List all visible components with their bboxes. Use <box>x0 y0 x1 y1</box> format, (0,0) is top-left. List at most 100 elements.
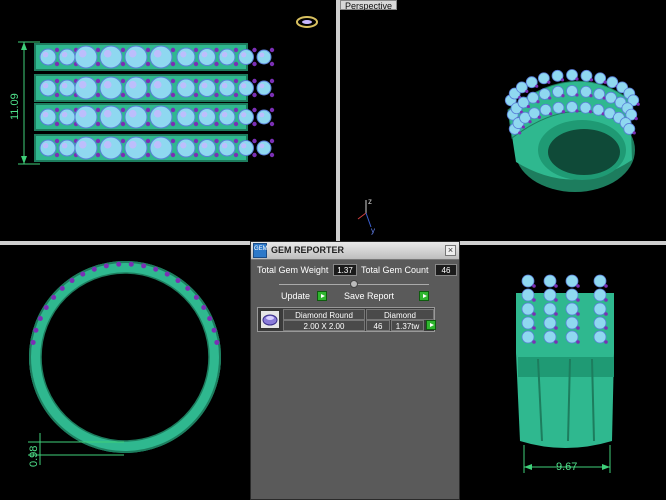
gem <box>565 302 579 316</box>
prong <box>170 78 176 84</box>
prong <box>128 261 134 267</box>
gem-highlight <box>221 142 228 149</box>
small-ring-preview-icon <box>296 16 318 28</box>
perspective-viewport[interactable]: Perspective z y <box>340 0 666 241</box>
prong <box>193 294 199 300</box>
front-dimension-label: 0.98 <box>28 446 40 467</box>
update-go-icon[interactable] <box>317 291 327 301</box>
gem <box>58 79 76 97</box>
gem <box>198 79 216 97</box>
gem-highlight <box>201 51 208 58</box>
gem-row-go-icon[interactable] <box>426 320 436 330</box>
gem <box>543 330 557 344</box>
prong <box>116 261 122 267</box>
prong <box>548 96 552 100</box>
top-viewport[interactable]: 11.09 <box>0 0 336 241</box>
prong <box>175 278 181 284</box>
prong <box>214 121 219 127</box>
gem <box>99 45 123 69</box>
update-button[interactable]: Update <box>281 291 310 301</box>
front-viewport[interactable]: 0.98 <box>0 245 250 500</box>
gem-highlight <box>78 80 87 89</box>
prong <box>164 271 170 277</box>
gem <box>238 49 254 65</box>
gem-highlight <box>42 82 49 89</box>
gem <box>543 274 557 288</box>
prong <box>576 312 580 316</box>
gem-highlight <box>128 140 137 149</box>
save-report-go-icon[interactable] <box>419 291 429 301</box>
gem <box>74 136 98 160</box>
gem-highlight <box>180 51 187 58</box>
total-gem-weight-label: Total Gem Weight <box>257 265 329 275</box>
prong <box>547 80 551 84</box>
prong <box>535 84 539 88</box>
gem <box>565 316 579 330</box>
prong <box>554 340 558 344</box>
gem <box>256 49 272 65</box>
gem <box>593 288 607 302</box>
axis-triad-icon: z y <box>357 197 375 235</box>
prong <box>269 107 275 113</box>
gem <box>565 288 579 302</box>
prong <box>518 131 522 135</box>
gem-highlight <box>61 142 68 149</box>
gem-highlight <box>180 82 187 89</box>
gem-highlight <box>61 82 68 89</box>
gem-highlight <box>241 112 247 118</box>
prong <box>604 326 608 330</box>
prong <box>214 107 219 113</box>
gem-table-row[interactable]: Diamond Round Diamond 2.00 X 2.00 46 1.3… <box>257 307 435 332</box>
prong <box>95 78 101 84</box>
total-gem-count-label: Total Gem Count <box>361 265 429 275</box>
prong <box>214 78 219 84</box>
gem-highlight <box>78 140 87 149</box>
gem <box>198 108 216 126</box>
gem <box>74 45 98 69</box>
prong <box>80 271 86 277</box>
gem-reporter-title: GEM REPORTER <box>271 245 345 255</box>
prong <box>145 61 151 67</box>
prong <box>252 47 257 53</box>
gem <box>218 79 236 97</box>
top-dimension-label: 11.09 <box>9 93 21 120</box>
prong <box>95 152 101 158</box>
prong <box>588 110 593 114</box>
gem <box>521 330 535 344</box>
prong <box>252 92 257 98</box>
save-report-button[interactable]: Save Report <box>344 291 394 301</box>
prong <box>525 89 529 93</box>
prong <box>120 61 126 67</box>
prong <box>561 94 565 98</box>
gem-highlight <box>153 49 162 58</box>
gem <box>58 139 76 157</box>
prong <box>170 121 176 127</box>
gem-highlight <box>201 82 208 89</box>
diamond-round-icon <box>260 310 280 329</box>
prong <box>233 47 239 53</box>
gem-highlight <box>201 111 208 118</box>
gem <box>521 288 535 302</box>
gem <box>218 139 236 157</box>
gem <box>176 138 196 158</box>
prong <box>269 152 275 158</box>
panel-splitter-handle[interactable] <box>350 280 358 288</box>
prong <box>269 47 275 53</box>
gem-highlight <box>103 80 112 89</box>
prong <box>269 78 275 84</box>
side-viewport[interactable]: 9.67 <box>460 245 666 500</box>
prong <box>54 78 60 84</box>
gem-reporter-titlebar[interactable]: GEM GEM REPORTER × <box>251 242 459 260</box>
prong <box>37 316 43 322</box>
prong <box>193 78 199 84</box>
gem <box>218 108 236 126</box>
prong <box>120 47 126 53</box>
prong <box>252 61 257 67</box>
prong <box>95 47 101 53</box>
prong <box>95 61 101 67</box>
gem <box>74 76 98 100</box>
prong <box>233 138 239 144</box>
close-icon[interactable]: × <box>445 245 456 256</box>
prong <box>54 47 60 53</box>
gem <box>593 274 607 288</box>
